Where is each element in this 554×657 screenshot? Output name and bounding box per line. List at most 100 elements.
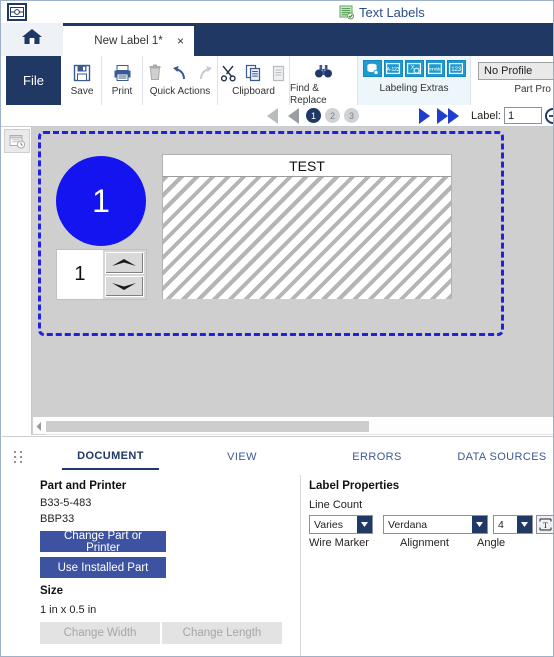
text-format-icon[interactable]: T [536,515,553,534]
scrollbar-track[interactable] [46,418,553,435]
ribbon-group-print[interactable]: Print [102,56,143,105]
title-bar: Text Labels [1,1,553,23]
home-button[interactable] [1,23,63,56]
ribbon-group-quick-actions[interactable]: Quick Actions [143,56,218,105]
tab-view[interactable]: VIEW [212,443,272,470]
svg-text:123: 123 [451,66,462,73]
label-properties-heading: Label Properties [309,480,400,492]
panel-tabs: DOCUMENT VIEW ERRORS DATA SOURCES [32,443,552,471]
tab-data-sources-label: DATA SOURCES [457,450,547,463]
ribbon-group-label-find-replace: Find & Replace [290,83,327,106]
go-arrow-icon[interactable] [544,107,553,124]
label-app-icon[interactable] [7,3,27,21]
undo-icon[interactable] [169,61,191,85]
part-and-printer-heading: Part and Printer [40,480,127,492]
last-page-icon[interactable] [448,108,459,124]
delete-object-icon[interactable]: X [404,60,424,77]
font-family-dropdown[interactable]: Verdana [383,515,488,534]
label-canvas-area: 1 1 TEST [2,127,553,435]
change-length-button: Change Length [162,622,282,644]
canvas-left-rail [2,127,32,435]
ribbon-toolbar: File Save Print Quick Actions Clipboard … [1,56,553,106]
date-time-icon[interactable]: mm/dd [425,60,445,77]
delete-icon[interactable] [144,61,166,85]
document-tab-label: New Label 1* [94,35,163,47]
use-installed-part-button[interactable]: Use Installed Part [40,557,166,578]
tab-errors[interactable]: ERRORS [342,443,412,470]
file-button[interactable]: File [6,56,61,105]
first-page-icon[interactable] [267,108,278,124]
chevron-down-icon[interactable] [517,516,532,533]
svg-text:T: T [543,521,548,530]
tab-view-label: VIEW [227,450,257,463]
canvas-horizontal-scrollbar[interactable] [33,417,553,435]
ribbon-group-label-quick-actions: Quick Actions [149,86,211,97]
bottom-properties-panel: DOCUMENT VIEW ERRORS DATA SOURCES Part a… [2,436,553,656]
redo-icon [194,61,216,85]
text-object-hatch-area [163,177,451,299]
font-size-dropdown[interactable]: 4 [493,515,533,534]
spinner-value[interactable]: 1 [57,250,103,299]
tab-data-sources[interactable]: DATA SOURCES [452,443,552,470]
label-boundary[interactable]: 1 1 TEST [38,131,504,336]
scrollbar-thumb[interactable] [46,420,369,432]
close-icon[interactable]: × [177,35,184,47]
binoculars-icon[interactable] [313,59,335,83]
text-object-value[interactable]: TEST [163,155,451,177]
tab-document[interactable]: DOCUMENT [62,443,159,470]
page-dot-2[interactable]: 2 [325,108,340,123]
ribbon-group-labeling-extras[interactable]: A-123 X mm/dd 123 Labeling Extras [358,56,471,105]
document-type-indicator: Text Labels [339,2,425,22]
cut-icon[interactable] [218,61,240,85]
angle-label: Angle [477,537,506,549]
size-heading: Size [40,585,64,597]
change-part-or-printer-button[interactable]: Change Part or Printer [40,530,166,554]
next-page-icon[interactable] [419,108,430,124]
size-value: 1 in x 0.5 in [40,604,97,616]
chevron-up-icon[interactable] [104,252,144,274]
serial-a123-icon[interactable]: A-123 [383,60,403,77]
chevron-down-icon[interactable] [357,516,372,533]
part-profile-dropdown[interactable]: No Profile [478,62,553,80]
text-labels-application: Text Labels New Label 1* × File Save Pri… [0,0,554,657]
copy-icon[interactable] [243,61,265,85]
label-number-caption: Label: [471,109,501,122]
label-number-input[interactable] [503,107,542,124]
drag-grip-icon[interactable] [14,451,26,463]
circle-object-value: 1 [92,182,110,219]
ribbon-group-clipboard[interactable]: Clipboard [218,56,290,105]
text-object[interactable]: TEST [162,154,452,299]
svg-text:mm/dd: mm/dd [429,67,442,72]
paste-icon [268,61,290,85]
ribbon-group-label-print: Print [111,86,133,97]
chevron-down-icon[interactable] [104,275,144,297]
serial-spinner[interactable]: 1 [56,249,147,300]
last-page-icon-a[interactable] [437,108,448,124]
previous-page-icon[interactable] [288,108,299,124]
alignment-label: Alignment [400,537,449,549]
database-icon[interactable] [362,60,382,77]
ribbon-group-label-labeling-extras: Labeling Extras [379,83,449,94]
page-dot-3[interactable]: 3 [344,108,359,123]
ribbon-group-label-save: Save [70,86,94,97]
label-navigation-bar: 1 2 3 Label: [1,105,553,127]
ribbon-group-find-replace[interactable]: Find & Replace [290,56,358,106]
part-number-value: B33-5-483 [40,497,92,509]
document-tab[interactable]: New Label 1* × [63,23,194,56]
file-button-label: File [23,73,44,88]
save-icon[interactable] [71,61,93,85]
circle-object[interactable]: 1 [56,156,146,246]
page-dot-1[interactable]: 1 [306,108,321,123]
ribbon-group-label-clipboard: Clipboard [232,86,275,97]
scroll-left-icon[interactable] [33,418,46,435]
wire-marker-label: Wire Marker [309,537,369,549]
ribbon-group-save[interactable]: Save [63,56,102,105]
chevron-down-icon[interactable] [472,516,487,533]
number-123-icon[interactable]: 123 [446,60,466,77]
line-count-dropdown[interactable]: Varies [309,515,373,534]
canvas-surface[interactable]: 1 1 TEST [33,127,553,417]
date-time-object-icon[interactable] [4,129,30,153]
print-icon[interactable] [111,61,133,85]
part-profile-value: No Profile [484,65,533,77]
tab-strip: New Label 1* × [1,23,553,56]
